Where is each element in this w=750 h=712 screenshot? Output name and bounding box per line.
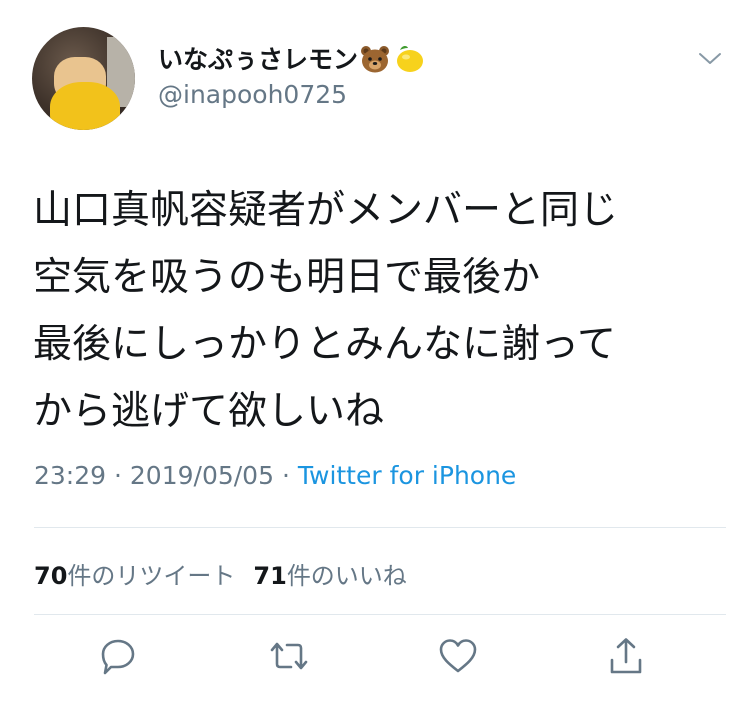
tweet-time: 23:29 bbox=[34, 461, 107, 490]
avatar[interactable] bbox=[32, 27, 135, 130]
retweet-label: 件のリツイート bbox=[67, 562, 236, 590]
share-button[interactable] bbox=[604, 636, 648, 680]
divider bbox=[34, 527, 726, 528]
engagement-stats: 70件のリツイート 71件のいいね bbox=[34, 556, 407, 591]
retweet-button[interactable] bbox=[267, 636, 311, 680]
heart-icon bbox=[437, 636, 479, 680]
user-handle[interactable]: @inapooh0725 bbox=[158, 80, 347, 109]
retweet-icon bbox=[267, 636, 311, 680]
action-bar bbox=[0, 636, 750, 686]
lemon-emoji bbox=[392, 44, 424, 80]
like-button[interactable] bbox=[436, 636, 480, 680]
reply-button[interactable] bbox=[96, 636, 140, 680]
display-name-text: いなぷぅさレモン bbox=[158, 45, 359, 74]
meta-separator: · bbox=[281, 461, 290, 490]
meta-separator: · bbox=[114, 461, 122, 490]
retweet-count: 70 bbox=[34, 562, 68, 590]
avatar-plush bbox=[50, 82, 120, 130]
like-count: 71 bbox=[253, 562, 287, 590]
tweet-source-link[interactable]: Twitter for iPhone bbox=[298, 461, 516, 490]
divider bbox=[34, 614, 726, 615]
like-stat[interactable]: 71件のいいね bbox=[253, 562, 406, 590]
share-icon bbox=[606, 636, 646, 680]
like-label: 件のいいね bbox=[286, 562, 407, 590]
display-name[interactable]: いなぷぅさレモン bbox=[158, 40, 424, 80]
tweet-metadata: 23:29 · 2019/05/05 · Twitter for iPhone bbox=[34, 461, 516, 490]
tweet-text-line: 山口真帆容疑者がメンバーと同じ bbox=[33, 188, 619, 233]
chevron-down-icon[interactable] bbox=[698, 51, 722, 67]
tweet-date: 2019/05/05 bbox=[129, 461, 274, 490]
retweet-stat[interactable]: 70件のリツイート bbox=[34, 562, 235, 590]
reply-icon bbox=[98, 636, 138, 680]
bear-face-emoji bbox=[360, 44, 390, 80]
tweet-text: 山口真帆容疑者がメンバーと同じ 空気を吸うのも明日で最後か 最後にしっかりとみん… bbox=[33, 177, 733, 445]
tweet-text-line: 空気を吸うのも明日で最後か bbox=[33, 255, 541, 300]
tweet-text-line: 最後にしっかりとみんなに謝って bbox=[33, 322, 617, 367]
tweet-text-line: から逃げて欲しいね bbox=[33, 389, 385, 434]
